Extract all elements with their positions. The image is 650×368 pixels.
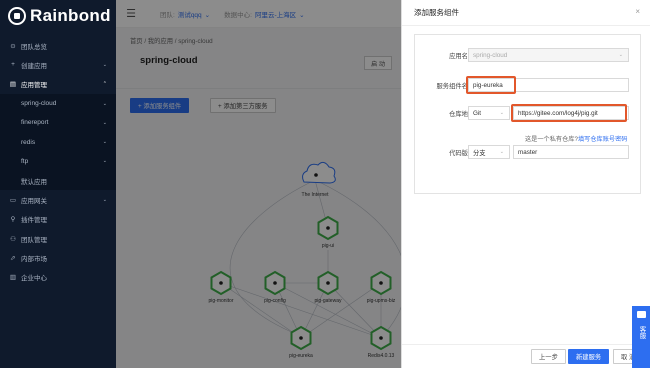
sidebar-item-gateway[interactable]: ▭ 应用网关 ⌄ xyxy=(0,190,116,209)
chevron-down-icon: ⌄ xyxy=(499,149,504,155)
chevron-down-icon: ⌄ xyxy=(102,61,107,68)
sidebar-item-default-app[interactable]: 默认应用 xyxy=(0,171,116,191)
repo-type-select[interactable]: Git ⌄ xyxy=(468,106,510,120)
prev-step-button[interactable]: 上一步 xyxy=(531,349,566,364)
version-type-select[interactable]: 分支 ⌄ xyxy=(468,145,510,159)
sidebar-item-team-manage[interactable]: ⚇ 团队管理 xyxy=(0,229,116,248)
private-repo-hint: 这是一个私有仓库?填写仓库账号密码 xyxy=(525,136,628,143)
chevron-down-icon: ⌄ xyxy=(102,119,107,126)
sidebar-item-app-manage[interactable]: ▤ 应用管理 ⌃ xyxy=(0,75,116,94)
modal-overlay[interactable] xyxy=(116,0,401,368)
sidebar-item-create-app[interactable]: + 创建应用 ⌄ xyxy=(0,55,116,74)
customer-service-label: 客服 xyxy=(638,326,645,339)
sidebar-item-spring-cloud[interactable]: spring-cloud ⌄ xyxy=(0,93,116,114)
chat-icon xyxy=(636,311,646,318)
component-form: 应用名称: spring-cloud ⌄ 服务组件名称: pig-eureka … xyxy=(414,34,641,194)
enterprise-icon: ▥ xyxy=(9,274,17,282)
chevron-down-icon: ⌄ xyxy=(102,197,107,204)
logo[interactable]: Rainbond xyxy=(0,0,116,32)
sidebar-nav: ⊙ 团队总览 + 创建应用 ⌄ ▤ 应用管理 ⌃ spring-cloud ⌄ finere… xyxy=(0,36,116,287)
plus-icon: + xyxy=(11,61,15,69)
panel-footer: 上一步 新建服务 取 消 xyxy=(402,344,650,368)
sidebar: Rainbond ⊙ 团队总览 + 创建应用 ⌄ ▤ 应用管理 ⌃ spring-clou… xyxy=(0,0,116,368)
chevron-down-icon: ⌄ xyxy=(102,158,107,165)
chevron-down-icon: ⌄ xyxy=(102,139,107,146)
sidebar-item-team-overview[interactable]: ⊙ 团队总览 xyxy=(0,36,116,55)
team-icon: ⚇ xyxy=(10,235,16,243)
panel-title: 添加服务组件 xyxy=(414,8,459,17)
app-manage-icon: ▤ xyxy=(9,81,17,89)
create-service-button[interactable]: 新建服务 xyxy=(568,349,610,364)
plugin-icon: ⚲ xyxy=(10,216,16,224)
sidebar-item-plugins[interactable]: ⚲ 插件管理 xyxy=(0,210,116,229)
chevron-down-icon: ⌄ xyxy=(102,100,107,107)
overview-icon: ⊙ xyxy=(10,42,16,50)
repo-url-highlight xyxy=(511,104,627,122)
panel-header: 添加服务组件 × xyxy=(402,0,650,26)
add-component-panel: 添加服务组件 × 应用名称: spring-cloud ⌄ 服务组件名称: pi… xyxy=(401,0,650,368)
sidebar-item-ftp[interactable]: ftp ⌄ xyxy=(0,151,116,172)
close-icon[interactable]: × xyxy=(635,7,640,16)
sidebar-item-market[interactable]: ⬀ 内部市场 xyxy=(0,248,116,267)
chevron-up-icon: ⌃ xyxy=(102,81,107,88)
private-repo-link[interactable]: 填写仓库账号密码 xyxy=(578,136,628,143)
sidebar-item-finereport[interactable]: finereport ⌄ xyxy=(0,113,116,133)
sidebar-item-enterprise[interactable]: ▥ 企业中心 xyxy=(0,268,116,287)
sidebar-item-redis[interactable]: redis ⌄ xyxy=(0,132,116,152)
app-name-select: spring-cloud ⌄ xyxy=(468,48,629,62)
version-input[interactable]: master xyxy=(513,145,629,159)
logo-text: Rainbond xyxy=(30,6,111,25)
chevron-down-icon: ⌄ xyxy=(618,52,623,58)
rainbond-logo-icon xyxy=(8,7,26,25)
chevron-down-icon: ⌄ xyxy=(499,110,504,116)
customer-service-widget[interactable]: 客服 xyxy=(632,306,650,368)
gateway-icon: ▭ xyxy=(9,197,17,205)
market-icon: ⬀ xyxy=(10,254,16,262)
component-name-highlight xyxy=(466,76,516,94)
